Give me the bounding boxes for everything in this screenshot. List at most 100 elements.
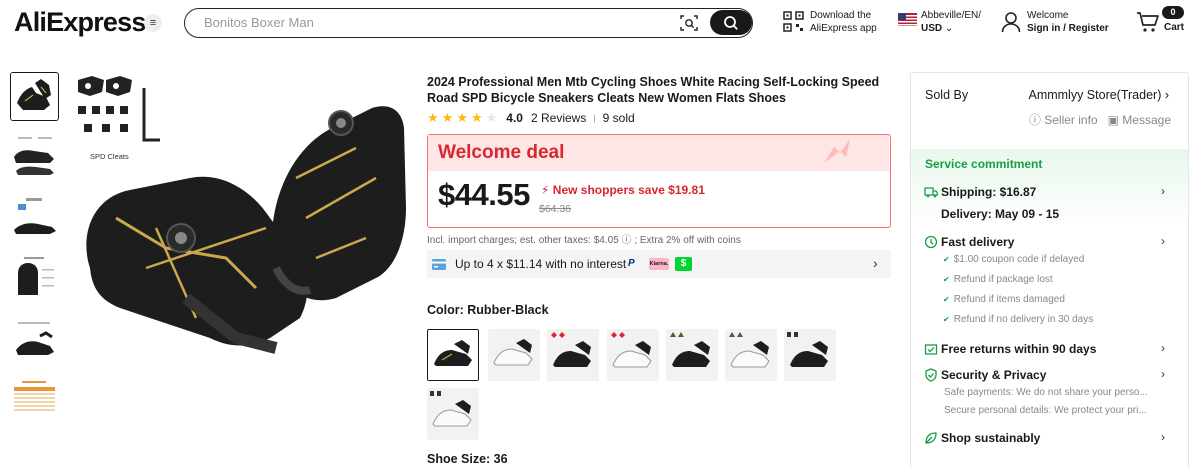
rating-score: 4.0 bbox=[506, 111, 523, 125]
thumbnail-5[interactable] bbox=[10, 316, 59, 365]
check-icon: ✔ bbox=[943, 255, 950, 264]
chevron-down-icon: ⌄ bbox=[944, 23, 954, 34]
swatch-image bbox=[666, 329, 718, 381]
color-swatch-7[interactable] bbox=[784, 329, 836, 381]
thumbnail-2[interactable] bbox=[10, 133, 59, 182]
security-item: Secure personal details: We protect your… bbox=[944, 405, 1147, 416]
user-icon[interactable] bbox=[1001, 11, 1021, 33]
star-icon: ★ bbox=[470, 110, 483, 125]
delivery-date: Delivery: May 09 - 15 bbox=[941, 207, 1060, 221]
check-icon: ✔ bbox=[943, 315, 950, 324]
shoe-size-thumbnail-image bbox=[10, 255, 59, 304]
thumbnail-3[interactable] bbox=[10, 194, 59, 243]
cashapp-icon: $ bbox=[675, 257, 692, 271]
cart-count-badge: 0 bbox=[1162, 6, 1184, 19]
check-icon: ✔ bbox=[943, 275, 950, 284]
chevron-right-icon[interactable]: › bbox=[1161, 367, 1165, 381]
fast-delivery-item: ✔ $1.00 coupon code if delayed bbox=[943, 254, 1085, 265]
tax-note: Incl. import charges; est. other taxes: … bbox=[427, 235, 741, 246]
chevron-right-icon[interactable]: › bbox=[1161, 341, 1165, 355]
color-swatch-2[interactable] bbox=[488, 329, 540, 381]
main-product-image[interactable]: SPD Cleats bbox=[66, 68, 416, 398]
security-item: Safe payments: We do not share your pers… bbox=[944, 387, 1148, 398]
original-price: $64.36 bbox=[539, 203, 572, 215]
color-swatch-8[interactable] bbox=[427, 388, 479, 440]
cart-icon[interactable] bbox=[1136, 11, 1160, 33]
swatch-image bbox=[488, 329, 540, 381]
chevron-right-icon[interactable]: › bbox=[1161, 184, 1165, 198]
swatch-image bbox=[427, 388, 479, 440]
color-label: Color: Rubber-Black bbox=[427, 303, 549, 317]
lightning-icon: ⚡ bbox=[541, 183, 550, 197]
color-swatch-4[interactable] bbox=[607, 329, 659, 381]
sold-count: 9 sold bbox=[602, 111, 635, 125]
product-title: 2024 Professional Men Mtb Cycling Shoes … bbox=[427, 75, 880, 105]
chevron-right-icon[interactable]: › bbox=[1161, 430, 1165, 444]
star-icon: ★ bbox=[441, 110, 454, 125]
size-chart-thumbnail-image bbox=[10, 377, 59, 426]
cart-label[interactable]: Cart bbox=[1164, 22, 1184, 33]
menu-icon[interactable]: ≡ bbox=[144, 14, 162, 32]
thumbnail-1[interactable] bbox=[10, 72, 59, 121]
seller-links: ⓘ Seller info ▣ Message bbox=[1029, 111, 1171, 128]
separator: | bbox=[593, 113, 596, 123]
image-search-icon[interactable] bbox=[680, 14, 698, 32]
welcome-deal-box: Welcome deal $44.55 ⚡ New shoppers save … bbox=[427, 134, 891, 228]
truck-icon bbox=[924, 187, 938, 198]
shoe-size-label: Shoe Size: 36 bbox=[427, 452, 508, 466]
star-icon: ★ bbox=[456, 110, 468, 125]
leaf-icon bbox=[925, 432, 937, 444]
seller-info-link[interactable]: ⓘ Seller info bbox=[1029, 113, 1098, 127]
top-header: AliExpress ≡ Bonitos Boxer Man Download … bbox=[0, 0, 1200, 46]
color-swatch-6[interactable] bbox=[725, 329, 777, 381]
qr-code-icon[interactable] bbox=[783, 11, 804, 32]
aliexpress-logo[interactable]: AliExpress bbox=[14, 7, 146, 38]
swatch-image bbox=[547, 329, 599, 381]
store-link[interactable]: Ammmlyy Store(Trader) › bbox=[1028, 88, 1169, 102]
thumbnail-4[interactable] bbox=[10, 255, 59, 304]
search-input[interactable]: Bonitos Boxer Man bbox=[204, 15, 314, 30]
star-icon: ★ bbox=[427, 110, 439, 125]
fast-delivery-item: ✔ Refund if items damaged bbox=[943, 294, 1065, 305]
fast-delivery-item: ✔ Refund if no delivery in 30 days bbox=[943, 314, 1094, 325]
search-button[interactable] bbox=[710, 10, 752, 35]
new-shopper-save: ⚡ New shoppers save $19.81 bbox=[541, 183, 705, 197]
message-link[interactable]: ▣ Message bbox=[1108, 113, 1171, 127]
color-swatch-3[interactable] bbox=[547, 329, 599, 381]
shipping-cost[interactable]: Shipping: $16.87 bbox=[941, 185, 1036, 199]
shoe-features-thumbnail-image bbox=[10, 316, 59, 365]
check-icon: ✔ bbox=[943, 295, 950, 304]
rating-row[interactable]: ★ ★ ★ ★ ★ 4.0 2 Reviews | 9 sold bbox=[427, 110, 635, 125]
security-privacy-title[interactable]: Security & Privacy bbox=[941, 368, 1046, 382]
seller-service-panel: Sold By Ammmlyy Store(Trader) › ⓘ Seller… bbox=[910, 72, 1189, 468]
shop-sustainably-title[interactable]: Shop sustainably bbox=[941, 431, 1040, 445]
service-commitment-title: Service commitment bbox=[925, 157, 1043, 171]
swatch-image bbox=[428, 330, 478, 380]
deal-banner: Welcome deal bbox=[428, 135, 889, 171]
sign-in-link[interactable]: Welcome Sign in / Register bbox=[1027, 9, 1109, 35]
return-box-icon bbox=[924, 344, 938, 355]
chevron-right-icon: › bbox=[873, 255, 878, 271]
shoe-sole-thumbnail-image bbox=[10, 194, 59, 243]
cleats-caption: SPD Cleats bbox=[90, 152, 129, 161]
chevron-right-icon[interactable]: › bbox=[1161, 234, 1165, 248]
klarna-icon: Klarna. bbox=[649, 258, 669, 270]
fast-delivery-title[interactable]: Fast delivery bbox=[941, 235, 1014, 249]
installment-row[interactable]: Up to 4 x $11.14 with no interest P Klar… bbox=[427, 250, 891, 278]
color-swatch-5[interactable] bbox=[666, 329, 718, 381]
swatch-image bbox=[725, 329, 777, 381]
region-selector[interactable]: Abbeville/EN/ USD ⌄ bbox=[921, 9, 981, 35]
shoe-detail-thumbnail-image bbox=[10, 133, 59, 182]
sold-by-label: Sold By bbox=[925, 88, 969, 102]
installment-text: Up to 4 x $11.14 with no interest bbox=[455, 257, 627, 271]
deal-title: Welcome deal bbox=[438, 142, 565, 163]
download-app-link[interactable]: Download the AliExpress app bbox=[810, 9, 877, 35]
star-empty-icon: ★ bbox=[485, 110, 498, 125]
free-returns-title[interactable]: Free returns within 90 days bbox=[941, 342, 1096, 356]
thumbnail-6[interactable] bbox=[10, 377, 59, 426]
search-bar[interactable]: Bonitos Boxer Man bbox=[184, 8, 753, 38]
shield-icon bbox=[925, 368, 937, 382]
color-swatch-rubber-black[interactable] bbox=[427, 329, 479, 381]
installment-icon bbox=[432, 259, 446, 270]
reviews-link[interactable]: 2 Reviews bbox=[531, 111, 586, 125]
